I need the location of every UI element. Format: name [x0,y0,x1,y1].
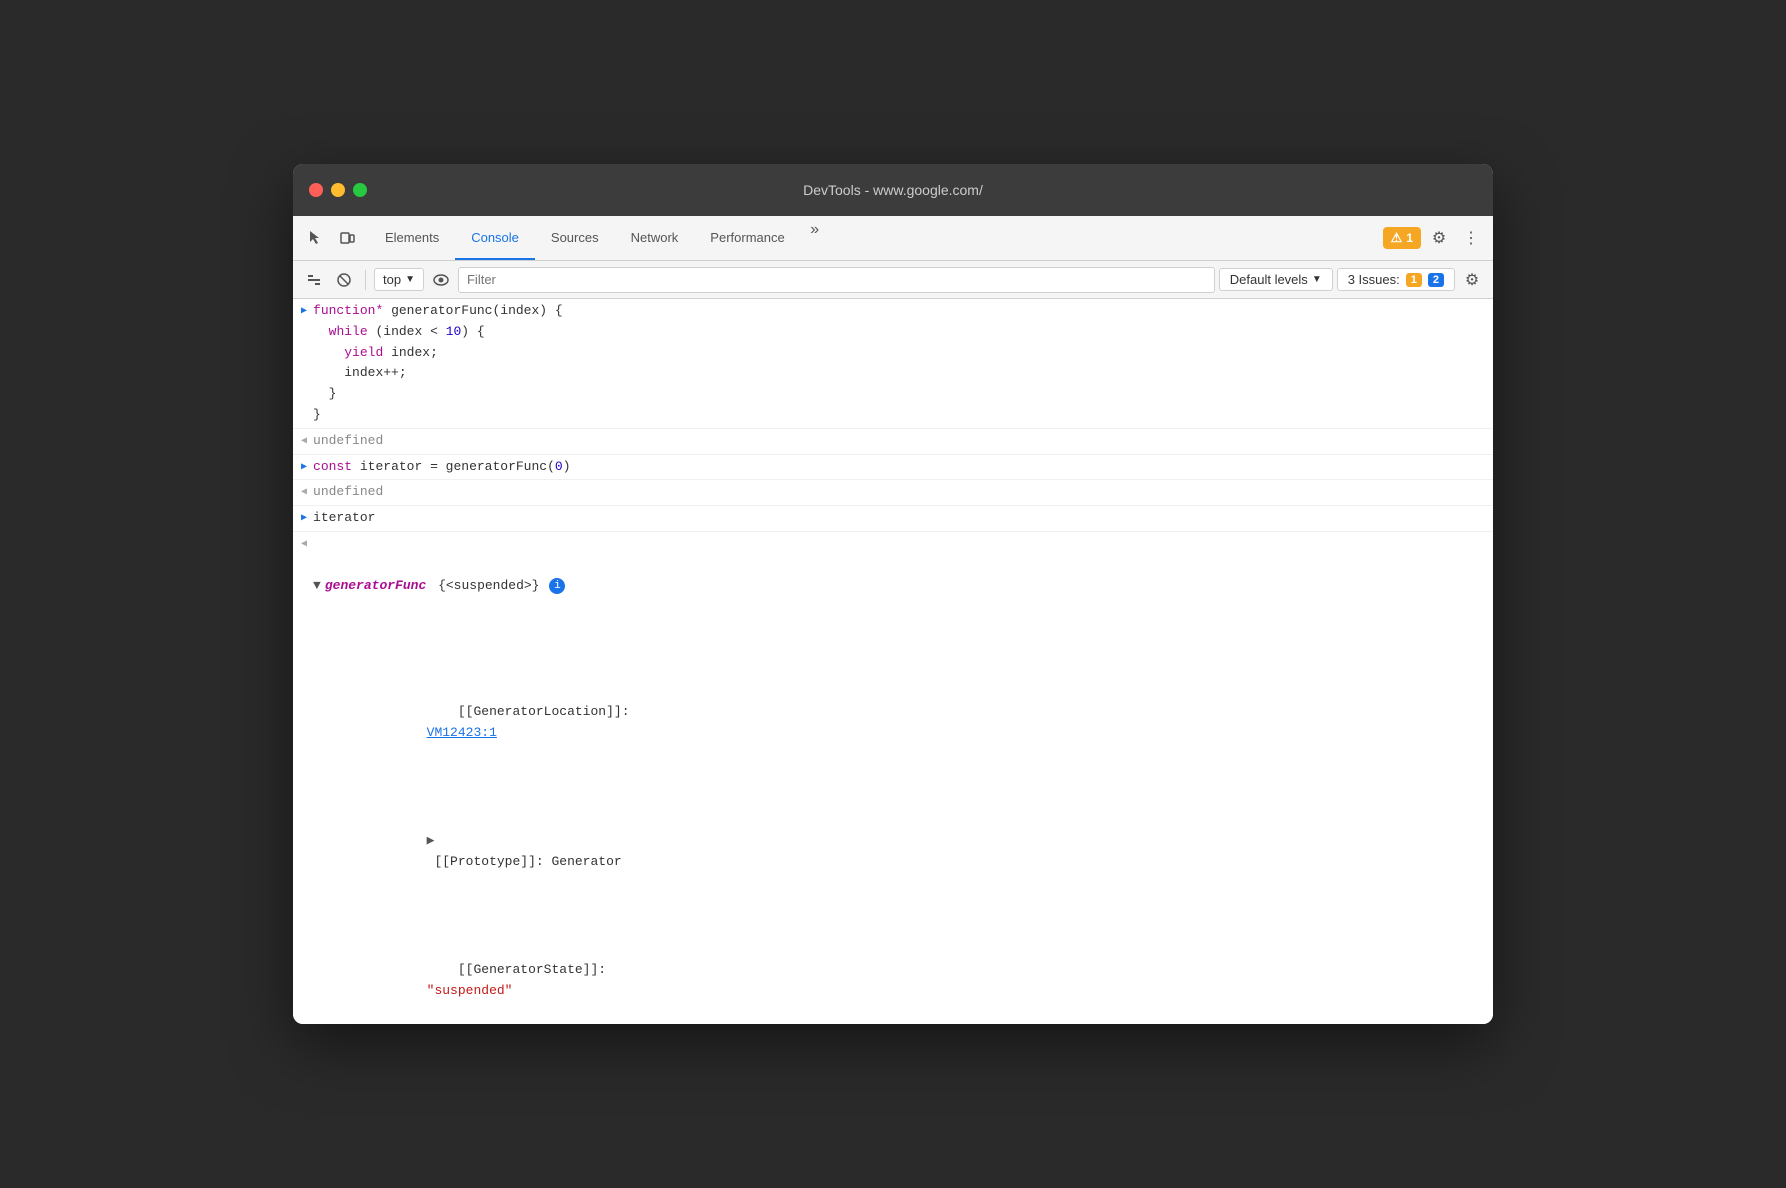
toolbar-divider [365,270,366,290]
tabs: Elements Console Sources Network Perform… [369,216,1383,260]
warning-icon: ⚠ [1391,230,1403,246]
collapse-arrow[interactable]: ▼ [313,576,321,597]
eye-icon [432,273,450,287]
issues-count-button[interactable]: 3 Issues: 1 2 [1337,268,1455,291]
devtools-window: DevTools - www.google.com/ Elements Cons [293,164,1493,1024]
more-dots-icon: ⋮ [1463,228,1479,248]
proto-arrow[interactable]: ▶ [427,833,435,848]
close-button[interactable] [309,183,323,197]
console-entry-iterator: ▶ iterator [293,506,1493,532]
entry-code: function* generatorFunc(index) { while (… [313,301,1485,426]
suspended-value: "suspended" [427,983,513,998]
expand-arrow-2[interactable]: ▶ [301,460,307,476]
block-icon [336,272,352,288]
tab-console[interactable]: Console [455,216,535,260]
settings-gear-icon: ⚙ [1465,270,1479,290]
window-title: DevTools - www.google.com/ [803,182,983,198]
vm-link[interactable]: VM12423:1 [427,725,497,740]
console-entry-const: ▶ const iterator = generatorFunc(0) [293,455,1493,481]
tab-bar: Elements Console Sources Network Perform… [293,216,1493,261]
device-toolbar-button[interactable] [333,224,361,252]
prop-location: [[GeneratorLocation]]: VM12423:1 [333,680,1485,767]
entry-undefined: undefined [313,431,1485,452]
tab-bar-right: ⚠ 1 ⚙ ⋮ [1383,216,1493,260]
settings-button[interactable]: ⚙ [1425,224,1453,252]
tab-performance[interactable]: Performance [694,216,800,260]
traffic-lights [309,183,367,197]
more-options-button[interactable]: ⋮ [1457,224,1485,252]
console-entry-undefined-1: ◀ undefined [293,429,1493,455]
entry-code-2: const iterator = generatorFunc(0) [313,457,1485,478]
title-bar: DevTools - www.google.com/ [293,164,1493,216]
console-entry-expanded: ◀ ▼ generatorFunc {<suspended>} i [[Gene… [293,532,1493,1024]
maximize-button[interactable] [353,183,367,197]
generator-state: {<suspended>} [430,576,539,597]
entry-code-3: iterator [313,508,1485,529]
minimize-button[interactable] [331,183,345,197]
device-icon [339,230,355,246]
gear-icon: ⚙ [1432,228,1446,248]
back-arrow: ◀ [301,537,307,553]
console-output[interactable]: ▶ function* generatorFunc(index) { while… [293,299,1493,1024]
inspect-element-button[interactable] [301,224,329,252]
generator-func-name: generatorFunc [325,576,426,597]
levels-dropdown-icon: ▼ [1312,274,1322,285]
prop-state: [[GeneratorState]]: "suspended" [333,937,1485,1024]
tab-network[interactable]: Network [615,216,695,260]
clear-icon [306,272,322,288]
tab-bar-icons [301,216,361,260]
filter-input[interactable] [458,267,1215,293]
live-expressions-button[interactable] [428,267,454,293]
console-entry-function: ▶ function* generatorFunc(index) { while… [293,299,1493,429]
expand-arrow[interactable]: ▶ [301,304,307,320]
clear-console-button[interactable] [301,267,327,293]
console-entry-undefined-2: ◀ undefined [293,480,1493,506]
info-count-badge: 2 [1428,273,1444,287]
object-properties: [[GeneratorLocation]]: VM12423:1 ▶ [[Pro… [313,638,1485,1024]
filter-wrap [458,267,1215,293]
warning-count-badge: 1 [1406,273,1422,287]
result-arrow: ◀ [301,434,307,450]
more-tabs-button[interactable]: » [801,216,829,244]
prop-prototype: ▶ [[Prototype]]: Generator [333,808,1485,895]
block-requests-button[interactable] [331,267,357,293]
expanded-object: ▼ generatorFunc {<suspended>} i [[Genera… [313,534,1485,1024]
info-badge[interactable]: i [549,578,565,594]
expand-arrow-3[interactable]: ▶ [301,511,307,527]
tab-elements[interactable]: Elements [369,216,455,260]
tab-sources[interactable]: Sources [535,216,615,260]
console-toolbar: top ▼ Default levels ▼ 3 Issues: 1 2 ⚙ [293,261,1493,299]
console-settings-button[interactable]: ⚙ [1459,267,1485,293]
context-selector[interactable]: top ▼ [374,268,424,291]
dropdown-arrow-icon: ▼ [405,274,415,285]
issues-badge[interactable]: ⚠ 1 [1383,227,1421,249]
cursor-icon [307,230,323,246]
default-levels-button[interactable]: Default levels ▼ [1219,268,1333,291]
result-arrow-2: ◀ [301,485,307,501]
entry-undefined-2: undefined [313,482,1485,503]
